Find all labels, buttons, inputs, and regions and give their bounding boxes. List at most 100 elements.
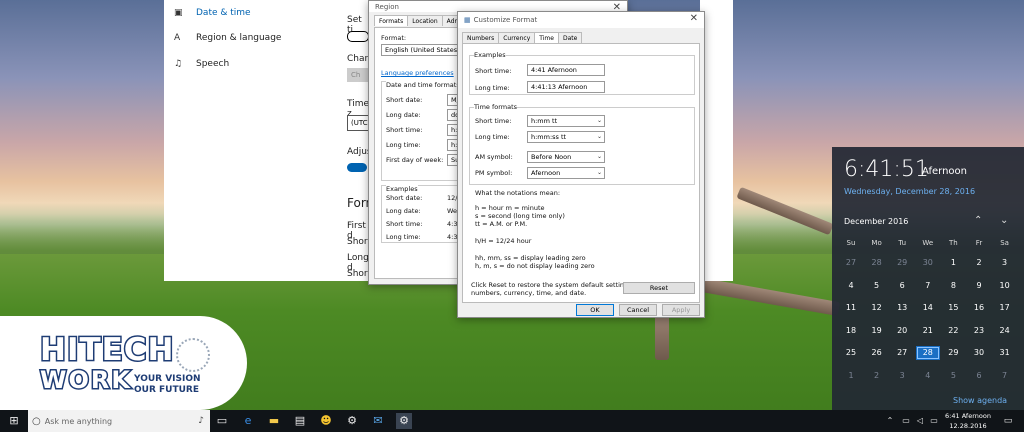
control-panel-icon[interactable]: ⚙ — [396, 413, 412, 429]
region-title: Region — [375, 2, 399, 11]
calendar-day[interactable]: 21 — [916, 324, 940, 338]
calendar-day[interactable]: 23 — [967, 324, 991, 338]
calendar-day[interactable]: 13 — [890, 301, 914, 315]
calendar-day[interactable]: 19 — [865, 324, 889, 338]
nav-item-region-language[interactable]: A Region & language — [174, 31, 281, 45]
tab-date[interactable]: Date — [557, 32, 583, 43]
task-view-icon[interactable]: ▭ — [214, 413, 230, 429]
reset-button[interactable]: Reset — [623, 282, 695, 294]
calendar-day[interactable]: 8 — [941, 279, 965, 293]
calendar-day[interactable]: 5 — [865, 279, 889, 293]
settings-icon[interactable]: ⚙ — [344, 413, 360, 429]
calendar-day[interactable]: 16 — [967, 301, 991, 315]
search-box[interactable]: ○ Ask me anything ♪ — [28, 410, 210, 432]
calendar-day[interactable]: 30 — [967, 346, 991, 360]
nav-item-label: Date & time — [196, 8, 251, 18]
calendar-day[interactable]: 28 — [915, 346, 940, 361]
dialog-app-icon: ▦ — [464, 16, 471, 24]
calendar-day[interactable]: 27 — [890, 346, 914, 360]
calendar-day[interactable]: 30 — [916, 256, 940, 270]
calendar-day[interactable]: 6 — [890, 279, 914, 293]
calendar-month[interactable]: December 2016 — [844, 217, 908, 226]
nav-item-label: Speech — [196, 59, 230, 69]
calendar-day[interactable]: 2 — [865, 369, 889, 383]
calendar-day[interactable]: 29 — [941, 346, 965, 360]
customize-tabs: Numbers Currency Time Date — [462, 32, 704, 43]
set-time-toggle[interactable] — [347, 31, 369, 42]
calendar-day[interactable]: 10 — [993, 279, 1017, 293]
windows-start-icon[interactable]: ⊞ — [6, 413, 22, 429]
calendar-day[interactable]: 20 — [890, 324, 914, 338]
chevron-down-icon: ⌄ — [596, 117, 602, 124]
calendar-day[interactable]: 29 — [890, 256, 914, 270]
notation-line: s = second (long time only) — [475, 212, 565, 220]
format-select[interactable]: English (United States) — [381, 44, 466, 56]
calendar-day[interactable]: 12 — [865, 301, 889, 315]
calendar-day[interactable]: 11 — [839, 301, 863, 315]
calendar-day[interactable]: 6 — [967, 369, 991, 383]
calendar-day[interactable]: 25 — [839, 346, 863, 360]
calendar-day[interactable]: 9 — [967, 279, 991, 293]
notification-icon[interactable]: ▭ — [1000, 413, 1016, 429]
calendar-day[interactable]: 14 — [916, 301, 940, 315]
apply-button[interactable]: Apply — [662, 304, 700, 316]
am-symbol-select[interactable]: Before Noon ⌄ — [527, 151, 605, 163]
calendar-day[interactable]: 27 — [839, 256, 863, 270]
close-icon[interactable]: ✕ — [690, 13, 698, 24]
adjust-dst-toggle[interactable] — [347, 163, 367, 172]
notation-line: h/H = 12/24 hour — [475, 237, 532, 245]
microphone-icon: ♫ — [174, 59, 183, 69]
calendar-day[interactable]: 2 — [967, 256, 991, 270]
file-explorer-icon[interactable]: ▬ — [266, 413, 282, 429]
tab-numbers[interactable]: Numbers — [462, 32, 500, 43]
calendar-day[interactable]: 24 — [993, 324, 1017, 338]
calendar-day[interactable]: 15 — [941, 301, 965, 315]
tab-time[interactable]: Time — [534, 32, 559, 43]
calendar-day[interactable]: 3 — [993, 256, 1017, 270]
calendar-day[interactable]: 4 — [839, 279, 863, 293]
clock-time: 6:41:51 — [844, 157, 929, 182]
calendar-day[interactable]: 3 — [890, 369, 914, 383]
taskbar: ⊞ ○ Ask me anything ♪ ▭ e ▬ ▤ ☻ ⚙ ✉ ⚙ ⌃ … — [0, 410, 1024, 432]
calendar-day[interactable]: 7 — [916, 279, 940, 293]
calendar-day[interactable]: 1 — [941, 256, 965, 270]
pm-symbol-select[interactable]: Afernoon ⌄ — [527, 167, 605, 179]
calendar-day[interactable]: 26 — [865, 346, 889, 360]
cancel-button[interactable]: Cancel — [619, 304, 657, 316]
long-time-label: Long time: — [386, 141, 421, 149]
long-time-format-label: Long time: — [475, 133, 510, 141]
short-time-format-select[interactable]: h:mm tt ⌄ — [527, 115, 605, 127]
tab-formats[interactable]: Formats — [374, 15, 409, 26]
tab-currency[interactable]: Currency — [498, 32, 536, 43]
chevron-down-icon: ⌄ — [596, 133, 602, 140]
calendar-day[interactable]: 22 — [941, 324, 965, 338]
store-icon[interactable]: ▤ — [292, 413, 308, 429]
nav-item-label: Region & language — [196, 33, 282, 43]
clock-date-link[interactable]: Wednesday, December 28, 2016 — [844, 187, 975, 196]
chevron-up-icon[interactable]: ⌃ — [974, 215, 982, 226]
microphone-icon[interactable]: ♪ — [198, 416, 204, 426]
calendar-day[interactable]: 17 — [993, 301, 1017, 315]
tray-time[interactable]: 6:41 Afernoon — [940, 412, 996, 420]
calendar-day[interactable]: 7 — [993, 369, 1017, 383]
calendar-day[interactable]: 28 — [865, 256, 889, 270]
language-preferences-link[interactable]: Language preferences — [381, 69, 454, 77]
calendar-day[interactable]: 18 — [839, 324, 863, 338]
calendar-day[interactable]: 5 — [941, 369, 965, 383]
tab-location[interactable]: Location — [407, 15, 443, 26]
mail-icon[interactable]: ✉ — [370, 413, 386, 429]
ok-button[interactable]: OK — [576, 304, 614, 316]
chevron-up-icon[interactable]: ⌃ — [882, 413, 898, 429]
time-panel: Examples Short time: 4:41 Afernoon Long … — [462, 43, 700, 303]
tray-date[interactable]: 12.28.2016 — [940, 422, 996, 430]
chevron-down-icon[interactable]: ⌄ — [1000, 215, 1008, 226]
calendar-day[interactable]: 1 — [839, 369, 863, 383]
calendar-day[interactable]: 31 — [993, 346, 1017, 360]
emoji-app-icon[interactable]: ☻ — [318, 413, 334, 429]
nav-item-speech[interactable]: ♫ Speech — [174, 57, 229, 71]
show-agenda-link[interactable]: Show agenda — [953, 396, 1007, 405]
nav-item-date-time[interactable]: ▣ Date & time — [174, 6, 251, 20]
edge-icon[interactable]: e — [240, 413, 256, 429]
long-time-format-select[interactable]: h:mm:ss tt ⌄ — [527, 131, 605, 143]
calendar-day[interactable]: 4 — [916, 369, 940, 383]
